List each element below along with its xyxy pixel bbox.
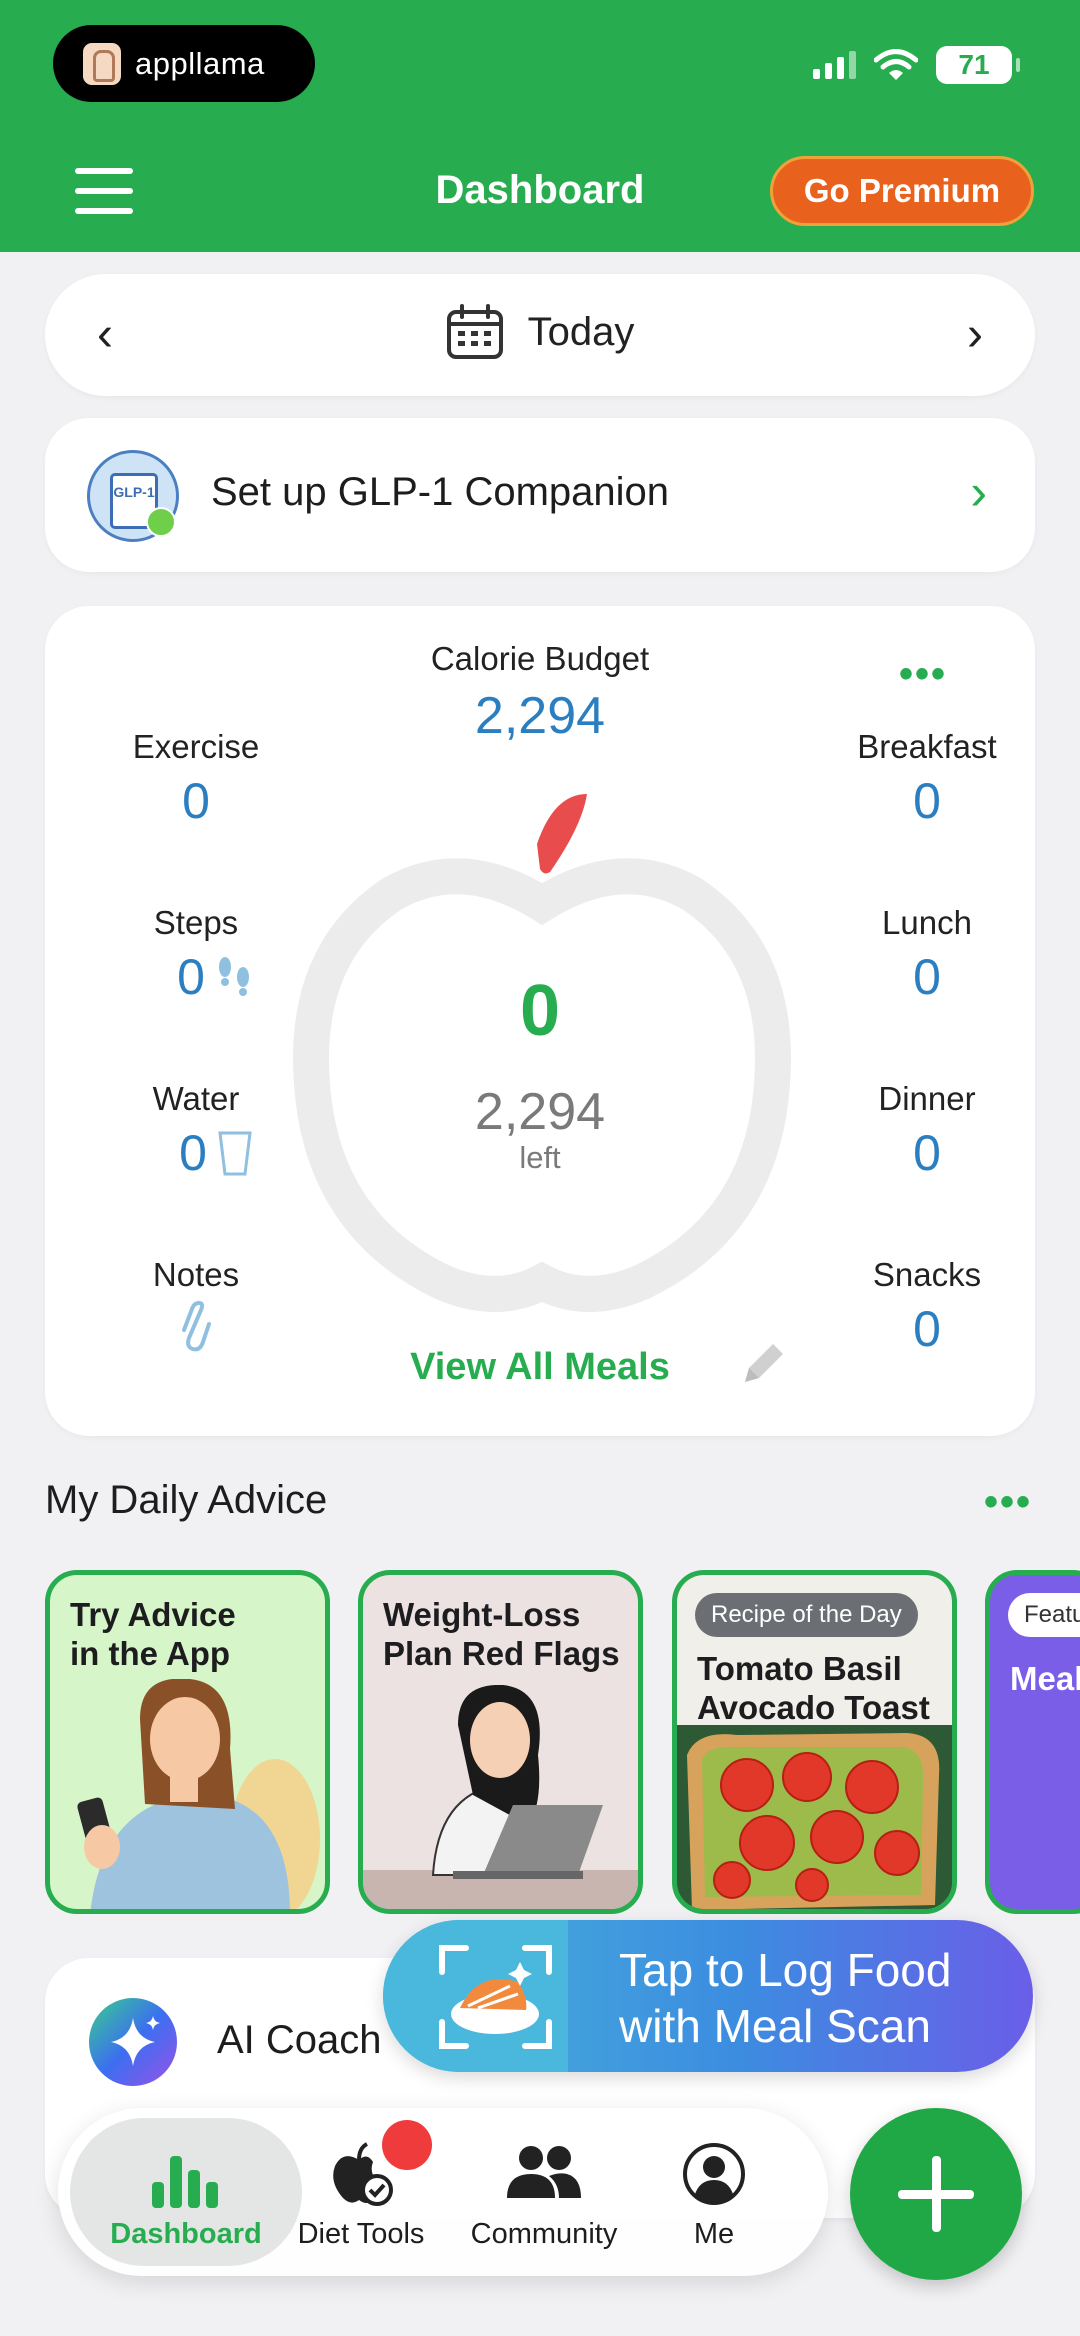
date-picker[interactable]: Today — [45, 304, 1035, 360]
meal-scan-banner[interactable]: Tap to Log Food with Meal Scan — [383, 1920, 1033, 2072]
view-all-meals-link[interactable]: View All Meals — [45, 1346, 1035, 1389]
featured-tag: Featu — [1008, 1593, 1080, 1637]
breakfast-metric[interactable]: Breakfast 0 — [807, 728, 1047, 830]
glp1-label: Set up GLP-1 Companion — [211, 470, 670, 514]
woman-laptop-illustration — [363, 1685, 638, 1909]
glp1-companion-card[interactable]: GLP-1 Set up GLP-1 Companion › — [45, 418, 1035, 572]
metric-label: Snacks — [872, 1256, 982, 1293]
tab-label: Community — [470, 2218, 618, 2250]
snacks-metric[interactable]: Snacks 0 — [807, 1256, 1047, 1358]
exercise-metric[interactable]: Exercise 0 — [76, 728, 316, 830]
battery-icon: 71 — [936, 46, 1020, 84]
calendar-icon — [446, 304, 503, 359]
apple-leaf-icon — [537, 794, 587, 874]
advice-more-icon[interactable]: ••• — [984, 1480, 1032, 1525]
metric-value: 0 — [182, 773, 210, 829]
daily-advice-title: My Daily Advice — [45, 1478, 328, 1522]
next-day-chevron-icon[interactable]: › — [955, 310, 995, 360]
meal-scan-line2: with Meal Scan — [619, 2000, 931, 2052]
advice-card-try-advice[interactable]: Try Advice in the App — [45, 1570, 330, 1914]
app-name: appllama — [135, 45, 265, 81]
woman-phone-illustration — [77, 1679, 320, 1909]
cellular-signal-icon — [813, 51, 856, 79]
calories-left-value: 2,294 — [474, 1083, 606, 1141]
notes-metric[interactable]: Notes — [76, 1256, 316, 1352]
calorie-budget-card: Calorie Budget 2,294 ••• Exercise 0 Step… — [45, 606, 1035, 1436]
tab-label: Diet Tools — [297, 2218, 425, 2250]
date-label: Today — [527, 309, 635, 354]
metric-value: 0 — [913, 773, 941, 829]
ai-coach-label: AI Coach — [217, 2018, 382, 2062]
advice-card-title: Tomato Basil Avocado Toast — [697, 1650, 930, 1726]
advice-card-title: Meal — [1010, 1660, 1080, 1697]
calorie-budget-title: Calorie Budget — [430, 640, 650, 677]
meal-scan-icon — [383, 1920, 568, 2072]
llama-logo-icon — [83, 42, 121, 85]
chevron-right-icon: › — [970, 464, 987, 520]
calories-consumed: 0 — [519, 971, 561, 1051]
advice-card-featured-meal[interactable]: Featu Meal — [985, 1570, 1080, 1914]
metric-label: Breakfast — [857, 728, 997, 765]
more-options-icon[interactable]: ••• — [899, 652, 947, 697]
app-source-pill[interactable]: appllama — [53, 25, 315, 102]
paperclip-icon — [182, 1300, 211, 1352]
bar-chart-icon — [152, 2156, 218, 2208]
metric-label: Notes — [152, 1256, 240, 1293]
notification-badge — [382, 2120, 432, 2170]
tab-me[interactable]: Me — [624, 2108, 804, 2276]
advice-card-weight-loss-flags[interactable]: Weight-Loss Plan Red Flags — [358, 1570, 643, 1914]
meal-scan-line1: Tap to Log Food — [619, 1944, 952, 1996]
edit-pencil-icon[interactable] — [735, 1336, 791, 1392]
battery-level: 71 — [958, 49, 990, 80]
wifi-icon — [874, 49, 918, 80]
go-premium-button[interactable]: Go Premium — [770, 156, 1034, 226]
apple-icon — [146, 507, 176, 537]
recipe-of-day-tag: Recipe of the Day — [695, 1593, 918, 1637]
calories-left-label: left — [519, 1140, 561, 1175]
advice-card-title: Try Advice in the App — [70, 1596, 236, 1672]
metric-label: Lunch — [882, 904, 972, 941]
glp1-clipboard-icon: GLP-1 — [87, 450, 179, 542]
community-people-icon — [507, 2146, 581, 2198]
advice-card-recipe-of-day[interactable]: Recipe of the Day Tomato Basil Avocado T… — [672, 1570, 957, 1914]
metric-label: Exercise — [132, 728, 260, 765]
status-icons: 71 — [813, 46, 1020, 84]
app-header: appllama 71 Dashboard Go Premium — [0, 0, 1080, 252]
tab-community[interactable]: Community — [454, 2108, 634, 2276]
ai-coach-sparkle-icon — [89, 1998, 177, 2086]
tab-diet-tools[interactable]: Diet Tools — [271, 2108, 451, 2276]
tab-dashboard[interactable]: Dashboard — [70, 2118, 302, 2266]
add-entry-button[interactable] — [850, 2108, 1022, 2280]
profile-avatar-icon — [683, 2143, 745, 2205]
meal-scan-text: Tap to Log Food with Meal Scan — [619, 1942, 951, 2054]
metric-label: Steps — [153, 904, 239, 941]
tab-label: Me — [693, 2218, 735, 2250]
avocado-toast-photo — [677, 1725, 952, 1909]
tab-label: Dashboard — [110, 2218, 262, 2250]
advice-card-title: Weight-Loss Plan Red Flags — [383, 1596, 620, 1672]
date-selector: ‹ Today › — [45, 274, 1035, 396]
bottom-tab-bar: Dashboard Diet Tools Community Me — [58, 2108, 828, 2276]
